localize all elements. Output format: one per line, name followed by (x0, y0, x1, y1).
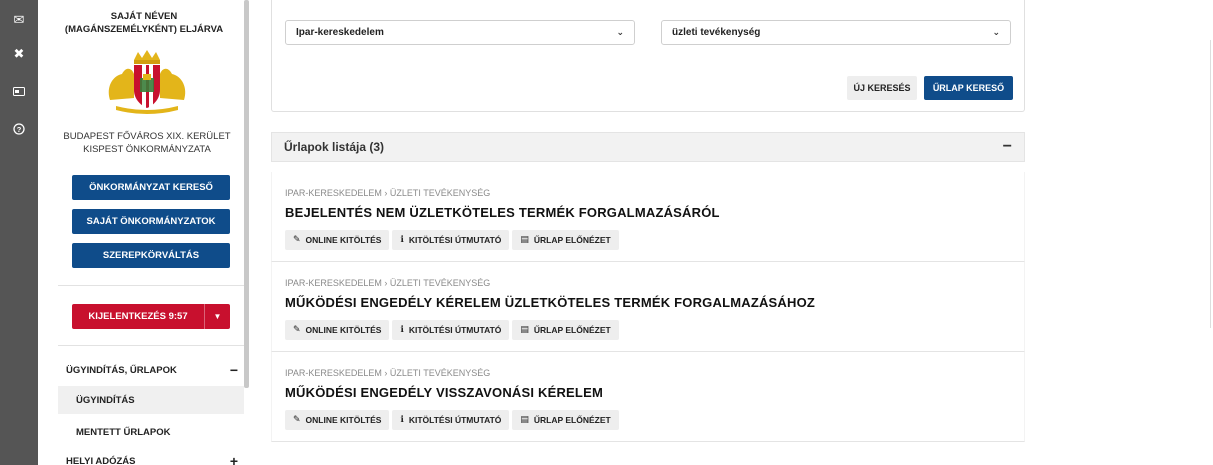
button-label: ŰRLAP ELŐNÉZET (533, 235, 611, 245)
form-search-button[interactable]: ŰRLAP KERESŐ (924, 76, 1013, 100)
category-select[interactable]: Ipar-kereskedelem ⌄ (285, 20, 635, 45)
document-icon: ▤ (520, 415, 529, 425)
pencil-icon: ✎ (293, 325, 301, 335)
logout-button[interactable]: KIJELENTKEZÉS 9:57 ▼ (72, 304, 230, 329)
preview-button[interactable]: ▤ ŰRLAP ELŐNÉZET (512, 320, 619, 340)
info-icon: ℹ (400, 415, 404, 425)
mail-icon[interactable]: ✉ (0, 9, 38, 31)
pencil-icon: ✎ (293, 415, 301, 425)
search-panel: Ipar-kereskedelem ⌄ üzleti tevékenység ⌄… (271, 0, 1025, 112)
info-icon: ℹ (400, 325, 404, 335)
menu-section-submissions[interactable]: ÜGYINDÍTÁS, ŰRLAPOK − (66, 360, 238, 380)
chevron-down-icon: ⌄ (616, 27, 624, 38)
icon-rail: ✉ ✖ ? (0, 0, 38, 465)
list-item: IPAR-KERESKEDELEM › ÜZLETI TEVÉKENYSÉG B… (271, 172, 1025, 262)
preview-button[interactable]: ▤ ŰRLAP ELŐNÉZET (512, 410, 619, 430)
svg-text:?: ? (17, 125, 22, 134)
id-card-icon[interactable] (0, 80, 38, 102)
menu-section-label: ÜGYINDÍTÁS, ŰRLAPOK (66, 364, 177, 376)
button-label: ONLINE KITÖLTÉS (305, 235, 382, 245)
item-title[interactable]: BEJELENTÉS NEM ÜZLETKÖTELES TERMÉK FORGA… (285, 205, 720, 220)
preview-button[interactable]: ▤ ŰRLAP ELŐNÉZET (512, 230, 619, 250)
button-label: ONLINE KITÖLTÉS (305, 415, 382, 425)
subcategory-value: üzleti tevékenység (672, 27, 761, 38)
municipality-search-button[interactable]: ÖNKORMÁNYZAT KERESŐ (72, 175, 230, 200)
document-icon: ▤ (520, 235, 529, 245)
menu-section-local-tax[interactable]: HELYI ADÓZÁS + (66, 451, 238, 465)
divider (58, 285, 244, 286)
subcategory-select[interactable]: üzleti tevékenység ⌄ (661, 20, 1011, 45)
guide-button[interactable]: ℹ KITÖLTÉSI ÚTMUTATÓ (392, 320, 510, 340)
button-label: ONLINE KITÖLTÉS (305, 325, 382, 335)
page-scrollbar[interactable] (1210, 40, 1211, 328)
collapse-icon[interactable]: − (1003, 138, 1012, 156)
info-icon: ℹ (400, 235, 404, 245)
form-list-header: Űrlapok listája (3) − (271, 132, 1025, 162)
chevron-down-icon: ⌄ (992, 27, 1000, 38)
form-list-title: Űrlapok listája (3) (284, 140, 385, 154)
document-icon: ▤ (520, 325, 529, 335)
button-label: KITÖLTÉSI ÚTMUTATÓ (408, 415, 502, 425)
pencil-icon: ✎ (293, 235, 301, 245)
item-category: IPAR-KERESKEDELEM › ÜZLETI TEVÉKENYSÉG (285, 278, 491, 288)
menu-item-submission[interactable]: ÜGYINDÍTÁS (58, 386, 244, 414)
guide-button[interactable]: ℹ KITÖLTÉSI ÚTMUTATÓ (392, 410, 510, 430)
collapse-icon[interactable]: − (230, 362, 238, 378)
item-title[interactable]: MŰKÖDÉSI ENGEDÉLY VISSZAVONÁSI KÉRELEM (285, 385, 603, 400)
item-category: IPAR-KERESKEDELEM › ÜZLETI TEVÉKENYSÉG (285, 188, 491, 198)
organization-name: BUDAPEST FŐVÁROS XIX. KERÜLET KISPEST ÖN… (63, 131, 231, 155)
button-label: KITÖLTÉSI ÚTMUTATÓ (408, 325, 502, 335)
expand-icon[interactable]: + (230, 453, 238, 465)
sidebar: SAJÁT NÉVEN (MAGÁNSZEMÉLYKÉNT) ELJÁRVA B… (38, 0, 244, 465)
button-label: ŰRLAP ELŐNÉZET (533, 415, 611, 425)
guide-button[interactable]: ℹ KITÖLTÉSI ÚTMUTATÓ (392, 230, 510, 250)
item-title[interactable]: MŰKÖDÉSI ENGEDÉLY KÉRELEM ÜZLETKÖTELES T… (285, 295, 815, 310)
list-item: IPAR-KERESKEDELEM › ÜZLETI TEVÉKENYSÉG M… (271, 262, 1025, 352)
logout-label: KIJELENTKEZÉS 9:57 (88, 311, 188, 322)
tools-icon[interactable]: ✖ (0, 43, 38, 65)
button-label: ŰRLAP ELŐNÉZET (533, 325, 611, 335)
help-icon[interactable]: ? (0, 118, 38, 140)
item-category: IPAR-KERESKEDELEM › ÜZLETI TEVÉKENYSÉG (285, 368, 491, 378)
acting-as-label: SAJÁT NÉVEN (MAGÁNSZEMÉLYKÉNT) ELJÁRVA (64, 11, 224, 35)
online-fill-button[interactable]: ✎ ONLINE KITÖLTÉS (285, 320, 390, 340)
own-municipalities-button[interactable]: SAJÁT ÖNKORMÁNYZATOK (72, 209, 230, 234)
role-switch-button[interactable]: SZEREPKÖRVÁLTÁS (72, 243, 230, 268)
online-fill-button[interactable]: ✎ ONLINE KITÖLTÉS (285, 410, 390, 430)
new-search-button[interactable]: ÚJ KERESÉS (847, 76, 917, 100)
coat-of-arms-logo (108, 50, 186, 114)
divider (58, 345, 244, 346)
sidebar-scrollbar[interactable] (244, 0, 249, 388)
chevron-down-icon[interactable]: ▼ (204, 304, 230, 329)
menu-item-saved-forms[interactable]: MENTETT ŰRLAPOK (58, 418, 244, 446)
category-value: Ipar-kereskedelem (296, 27, 384, 38)
menu-section-label: HELYI ADÓZÁS (66, 455, 136, 465)
online-fill-button[interactable]: ✎ ONLINE KITÖLTÉS (285, 230, 390, 250)
list-item: IPAR-KERESKEDELEM › ÜZLETI TEVÉKENYSÉG M… (271, 352, 1025, 442)
button-label: KITÖLTÉSI ÚTMUTATÓ (408, 235, 502, 245)
